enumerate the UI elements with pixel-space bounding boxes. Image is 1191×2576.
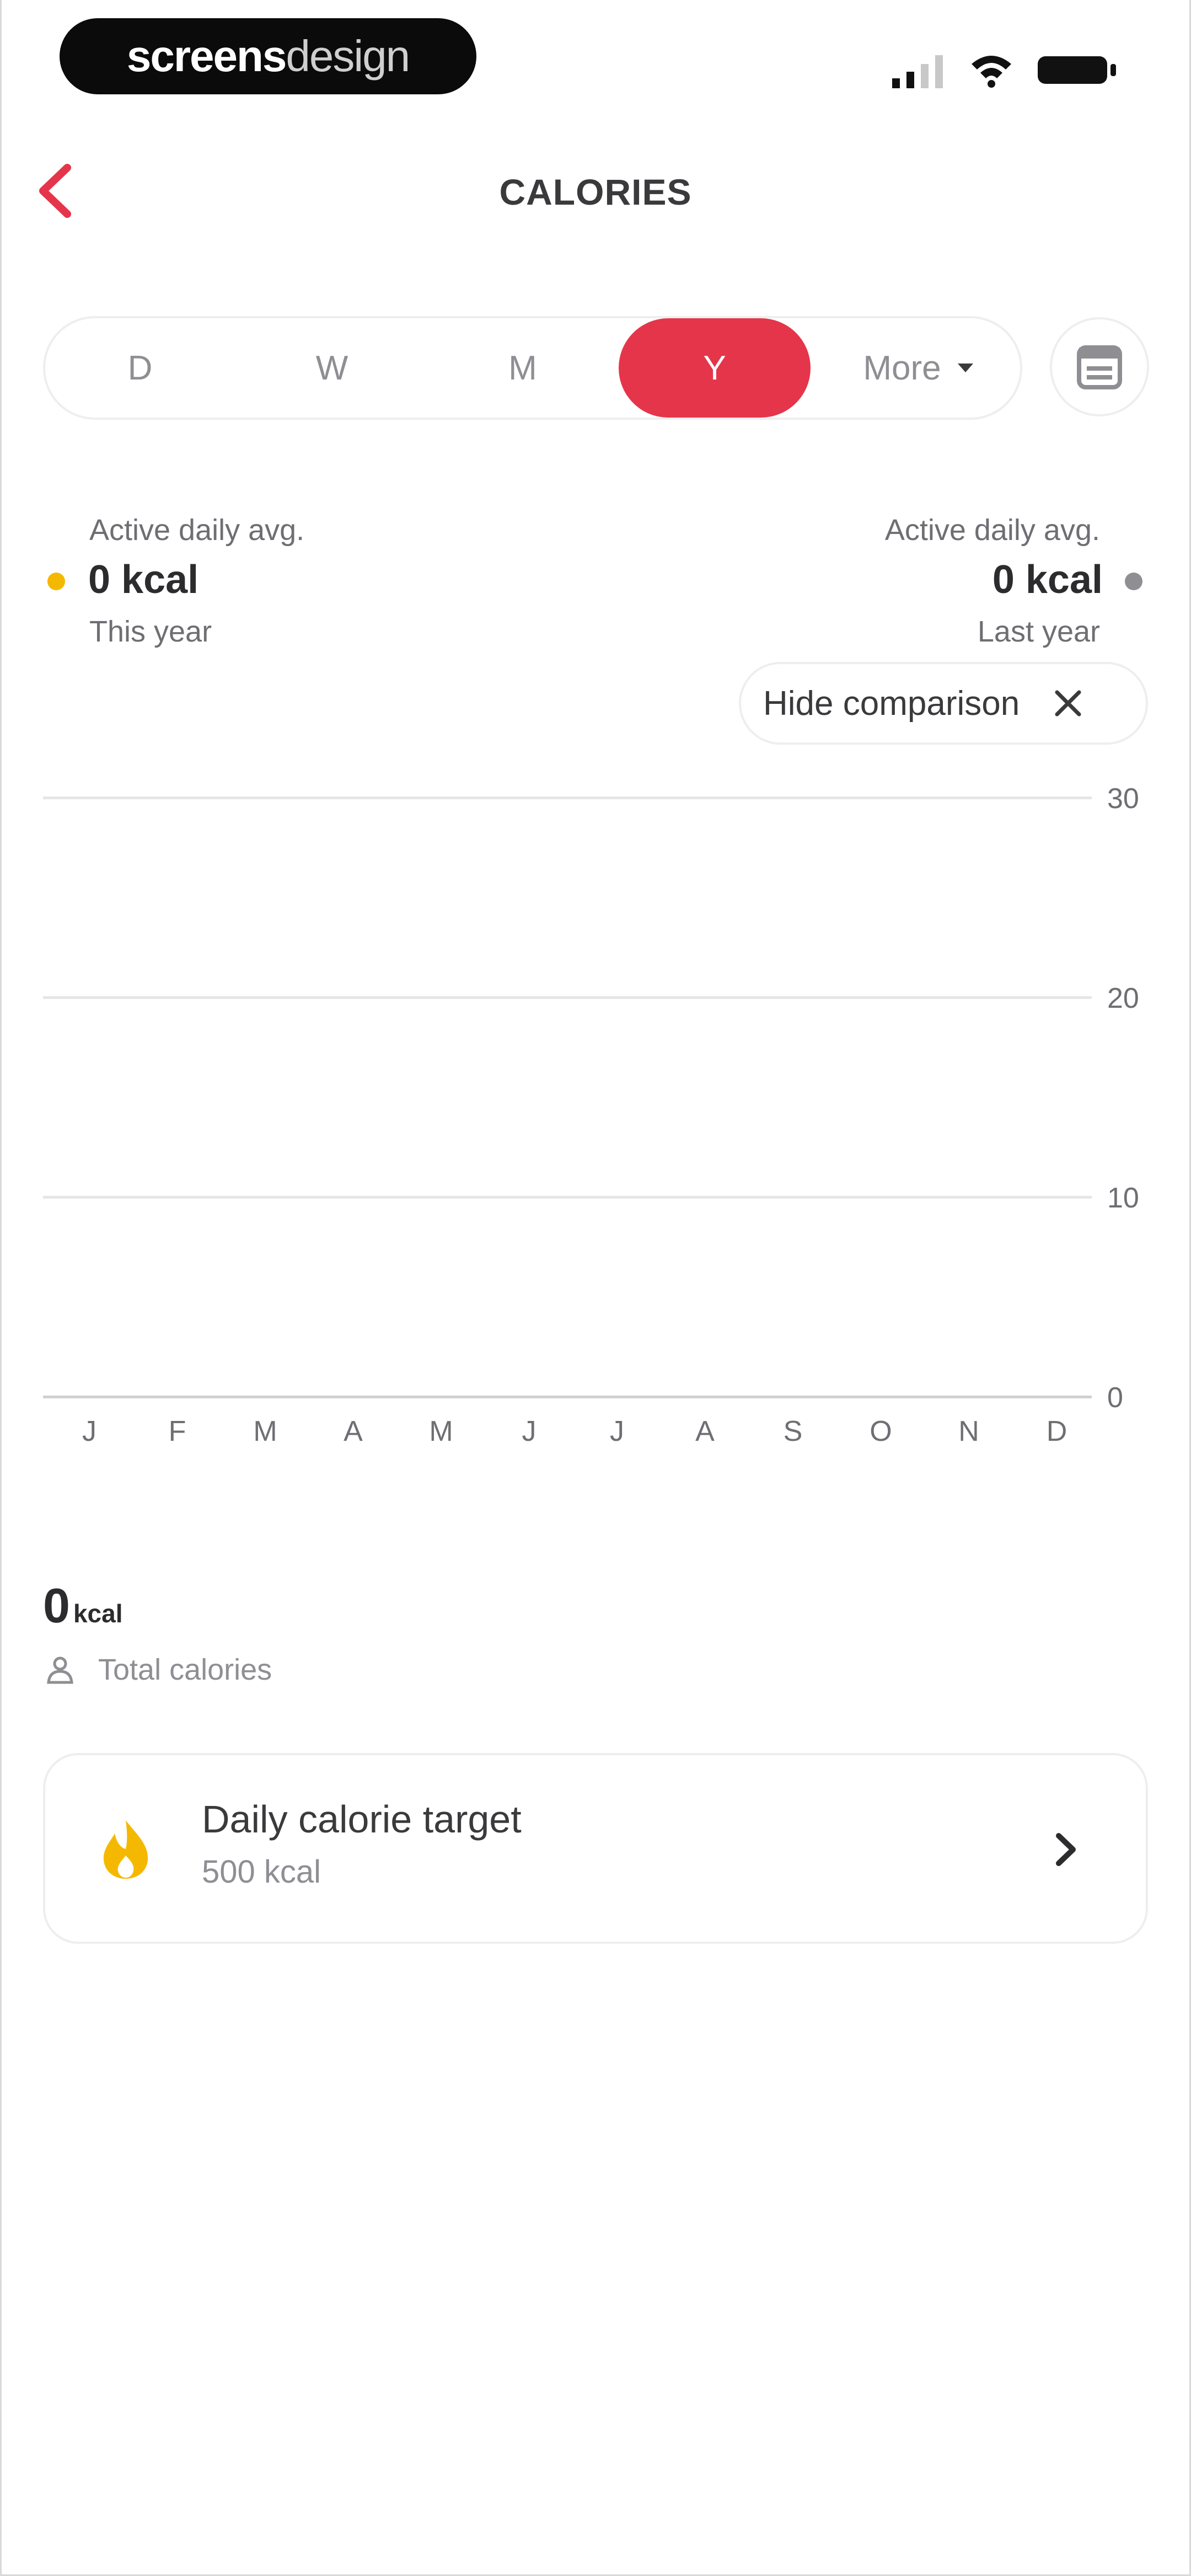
this-year-avg-value: 0 kcal [88, 558, 199, 602]
calendar-icon [1077, 345, 1122, 389]
x-tick-label: A [344, 1415, 363, 1447]
daily-calorie-target-card[interactable]: Daily calorie target 500 kcal [43, 1753, 1148, 1944]
total-calories-label: Total calories [98, 1653, 272, 1686]
last-year-avg-label: Active daily avg. [884, 514, 1100, 547]
brand-logo: screens design [60, 18, 476, 94]
segment-more-dropdown[interactable]: More [828, 318, 1010, 418]
wifi-icon [972, 56, 1011, 88]
hide-comparison-button[interactable]: Hide comparison [739, 662, 1148, 745]
person-icon [47, 1656, 73, 1684]
brand-logo-part1: screens [126, 31, 287, 81]
flame-icon [103, 1820, 148, 1879]
x-tick-label: J [522, 1415, 537, 1447]
x-tick-label: D [1046, 1415, 1067, 1447]
battery-icon [1038, 56, 1116, 84]
this-year-legend-dot [47, 573, 65, 590]
grid-line-10 [43, 1196, 1092, 1199]
close-icon [1055, 690, 1081, 717]
total-calories: 0 kcal [43, 1578, 122, 1634]
grid-line-30 [43, 797, 1092, 799]
page-title: CALORIES [499, 172, 692, 212]
period-segmented-control: D W M Y More [43, 316, 1022, 420]
total-calories-caption: Total calories [45, 1653, 272, 1687]
x-tick-label: M [253, 1415, 277, 1447]
y-tick-label: 30 [1107, 783, 1139, 815]
segment-day[interactable]: D [85, 318, 195, 418]
grid-line-20 [43, 996, 1092, 999]
x-tick-label: N [958, 1415, 979, 1447]
last-year-legend-dot [1125, 573, 1142, 590]
x-tick-label: O [870, 1415, 892, 1447]
target-card-value: 500 kcal [202, 1854, 321, 1890]
last-year-period-label: Last year [977, 615, 1100, 648]
segment-week[interactable]: W [277, 318, 387, 418]
more-label: More [863, 349, 941, 387]
x-tick-label: M [429, 1415, 453, 1447]
total-calories-value: 0 [43, 1578, 70, 1633]
this-year-period-label: This year [89, 615, 212, 648]
grid-line-0 [43, 1396, 1092, 1398]
segment-month[interactable]: M [468, 318, 578, 418]
x-tick-label: J [610, 1415, 624, 1447]
y-tick-label: 0 [1107, 1382, 1123, 1414]
status-icons [891, 51, 1119, 89]
y-tick-label: 20 [1107, 982, 1139, 1014]
total-calories-unit: kcal [73, 1599, 123, 1628]
x-tick-label: J [82, 1415, 96, 1447]
chevron-right-icon [1056, 1833, 1076, 1866]
this-year-avg-label: Active daily avg. [89, 514, 305, 547]
y-tick-label: 10 [1107, 1182, 1139, 1214]
segment-year[interactable]: Y [619, 318, 811, 418]
x-tick-label: F [168, 1415, 186, 1447]
caret-down-icon [957, 364, 973, 372]
last-year-avg-value: 0 kcal [992, 558, 1103, 602]
calendar-button[interactable] [1050, 317, 1149, 416]
hide-comparison-label: Hide comparison [763, 684, 1020, 723]
x-tick-label: S [783, 1415, 803, 1447]
brand-logo-part2: design [286, 31, 410, 81]
target-card-title: Daily calorie target [202, 1798, 522, 1841]
x-tick-label: A [695, 1415, 715, 1447]
cellular-signal-icon [892, 55, 943, 88]
